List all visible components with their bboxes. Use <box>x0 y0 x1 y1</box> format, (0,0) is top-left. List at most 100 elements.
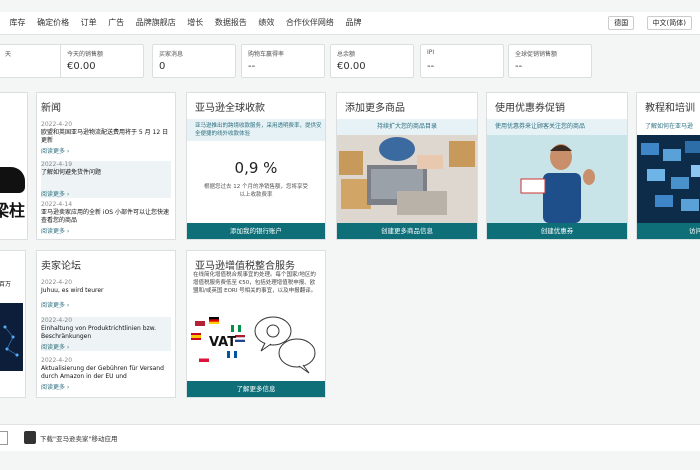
metric-label: 购物车赢得率 <box>248 51 285 58</box>
forum-date: 2022-4-20 <box>41 317 73 324</box>
nav-item-advertising[interactable]: 广告 <box>108 18 124 27</box>
create-coupon-button[interactable]: 创建优惠券 <box>487 223 627 239</box>
metric-card[interactable]: 天 <box>0 44 64 78</box>
vat-illustration: VAT <box>187 315 325 381</box>
metric-card[interactable]: 总余额 €0.00 <box>330 44 414 78</box>
tutorials-title: 教程和培训 <box>645 103 695 114</box>
forum-headline[interactable]: Einhaltung von Produktrichtlinien bzw. B… <box>41 325 171 341</box>
nav-item-partner-network[interactable]: 合作伙伴网络 <box>286 18 334 27</box>
footer: 下载"亚马逊卖家"移动应用 <box>0 424 700 451</box>
nav-item-pricing[interactable]: 确定价格 <box>37 18 69 27</box>
mobile-app-icon[interactable] <box>24 431 36 444</box>
nav-item-brand-store[interactable]: 品牌旗舰店 <box>136 18 176 27</box>
create-products-button[interactable]: 创建更多商品信息 <box>337 223 477 239</box>
nav-item-inventory[interactable]: 库存 <box>10 18 26 27</box>
vat-service-card: 亚马逊增值税整合服务 在线简化增值税合规事宜的处理。每个国家/地区的增值税服务费… <box>186 250 326 398</box>
metric-value: -- <box>427 61 435 72</box>
vat-title: 亚马逊增值税整合服务 <box>195 261 295 272</box>
metric-value: 0 <box>159 61 166 72</box>
top-right-controls: 德国 中文(简体) <box>598 16 692 30</box>
fee-description: 根据您过去 12 个月的净销售额，您将享受以上收款费率 <box>204 184 308 198</box>
forum-card: 卖家论坛 2022-4-20 Juhuu, es wird teurer 阅读更… <box>36 250 176 398</box>
nav-menu: 家 库存 确定价格 订单 广告 品牌旗舰店 增长 数据报告 绩效 合作伙伴网络 … <box>0 17 370 28</box>
network-image <box>0 303 23 371</box>
fee-rate: 0,9 % <box>234 159 278 177</box>
coupons-banner: 使用优惠券来让顾客关注您的商品 <box>487 119 627 135</box>
download-app-link[interactable]: 下载"亚马逊卖家"移动应用 <box>40 433 117 443</box>
news-item[interactable]: 2022-4-14 亚马逊卖家应用的全新 iOS 小部件可以让您快速查看您的商品… <box>41 201 171 235</box>
metric-card[interactable]: 购物车赢得率 -- <box>241 44 325 78</box>
vat-description: 在线简化增值税合规事宜的处理。每个国家/地区的增值税服务费低至 €50，包括处理… <box>193 272 317 294</box>
nav-item-reports[interactable]: 数据报告 <box>215 18 247 27</box>
coupons-title: 使用优惠券促销 <box>495 103 565 114</box>
metric-value: -- <box>248 61 256 72</box>
forum-item[interactable]: 2022-4-20 Juhuu, es wird teurer 阅读更多 › <box>41 279 171 309</box>
global-payments-banner: 亚马逊推出的跨境收款服务，采用透明费率，提供安全便捷的线外收款体验 <box>187 119 325 141</box>
vat-badge: VAT <box>209 335 237 350</box>
left-promo-card[interactable]: 梁柱 <box>0 92 28 240</box>
packing-image <box>337 135 477 223</box>
metric-label: IPI <box>427 49 435 56</box>
read-more-link[interactable]: 阅读更多 › <box>41 342 171 351</box>
metric-label: 天 <box>5 51 12 58</box>
news-title: 新闻 <box>41 103 61 114</box>
read-more-link[interactable]: 阅读更多 › <box>41 189 171 198</box>
news-date: 2022-4-19 <box>41 161 73 168</box>
news-headline[interactable]: 欧盟和英国亚马逊物流配送费用将于 5 月 12 日更新 <box>41 129 171 145</box>
news-date: 2022-4-20 <box>41 121 73 128</box>
coupons-card: 使用优惠券促销 使用优惠券来让顾客关注您的商品 创建优惠券 <box>486 92 628 240</box>
tutorial-image <box>637 135 700 223</box>
metric-value: -- <box>515 61 523 72</box>
add-products-card: 添加更多商品 持续扩大您的商品目录 创建更多商品信息 <box>336 92 478 240</box>
metric-card[interactable]: 今天的销售额 €0.00 <box>60 44 144 78</box>
news-headline[interactable]: 亚马逊卖家应用的全新 iOS 小部件可以让您快速查看您的商品 <box>41 209 171 225</box>
metric-value: €0.00 <box>337 61 366 72</box>
learn-more-button[interactable]: 了解更多信息 <box>187 381 325 397</box>
footer-select[interactable] <box>0 431 8 445</box>
global-payments-card: 亚马逊全球收款 亚马逊推出的跨境收款服务，采用透明费率，提供安全便捷的线外收款体… <box>186 92 326 240</box>
forum-headline[interactable]: Juhuu, es wird teurer <box>41 287 171 295</box>
metric-card[interactable]: 买家消息 0 <box>152 44 236 78</box>
tutorials-card: 教程和培训 了解如何在亚马逊 访问 <box>636 92 700 240</box>
coupon-image <box>487 135 627 223</box>
metric-card[interactable]: IPI -- <box>420 44 504 78</box>
metric-label: 今天的销售额 <box>67 51 104 58</box>
forum-headline[interactable]: Aktualisierung der Gebühren für Versand … <box>41 365 171 381</box>
news-date: 2022-4-14 <box>41 201 73 208</box>
forum-item[interactable]: 2022-4-20 Einhaltung von Produktrichtlin… <box>41 317 171 351</box>
tutorials-banner: 了解如何在亚马逊 <box>637 119 700 135</box>
forum-title: 卖家论坛 <box>41 261 81 272</box>
forum-item[interactable]: 2022-4-20 Aktualisierung der Gebühren fü… <box>41 357 171 391</box>
metric-label: 买家消息 <box>159 51 184 58</box>
left-lower-card[interactable]: 百万 <box>0 250 26 398</box>
news-item[interactable]: 2022-4-19 了解如何避免货件问题 阅读更多 › <box>41 161 171 198</box>
metric-label: 全球促销销售额 <box>515 51 558 58</box>
nav-item-performance[interactable]: 绩效 <box>258 18 274 27</box>
read-more-link[interactable]: 阅读更多 › <box>41 226 171 235</box>
metric-value: €0.00 <box>67 61 96 72</box>
read-more-link[interactable]: 阅读更多 › <box>41 300 171 309</box>
person-silhouette <box>0 167 25 193</box>
forum-date: 2022-4-20 <box>41 357 73 364</box>
read-more-link[interactable]: 阅读更多 › <box>41 146 171 155</box>
language-selector[interactable]: 中文(简体) <box>646 16 692 30</box>
left-lower-caption: 百万 <box>0 281 12 288</box>
news-card: 新闻 2022-4-20 欧盟和英国亚马逊物流配送费用将于 5 月 12 日更新… <box>36 92 176 240</box>
region-selector[interactable]: 德国 <box>608 16 635 30</box>
metric-label: 总余额 <box>337 51 356 58</box>
news-headline[interactable]: 了解如何避免货件问题 <box>41 169 171 177</box>
add-bank-account-button[interactable]: 添加我的银行账户 <box>187 223 325 239</box>
metric-card[interactable]: 全球促销销售额 -- <box>508 44 592 78</box>
nav-item-growth[interactable]: 增长 <box>187 18 203 27</box>
top-navigation: 家 库存 确定价格 订单 广告 品牌旗舰店 增长 数据报告 绩效 合作伙伴网络 … <box>0 12 700 35</box>
add-products-title: 添加更多商品 <box>345 103 405 114</box>
nav-item-orders[interactable]: 订单 <box>81 18 97 27</box>
add-products-banner: 持续扩大您的商品目录 <box>337 119 477 135</box>
forum-date: 2022-4-20 <box>41 279 73 286</box>
news-item[interactable]: 2022-4-20 欧盟和英国亚马逊物流配送费用将于 5 月 12 日更新 阅读… <box>41 121 171 155</box>
read-more-link[interactable]: 阅读更多 › <box>41 382 171 391</box>
visit-button[interactable]: 访问 <box>637 223 700 239</box>
nav-item-brands[interactable]: 品牌 <box>345 18 361 27</box>
global-payments-title: 亚马逊全球收款 <box>195 103 265 114</box>
left-promo-text: 梁柱 <box>0 201 26 220</box>
